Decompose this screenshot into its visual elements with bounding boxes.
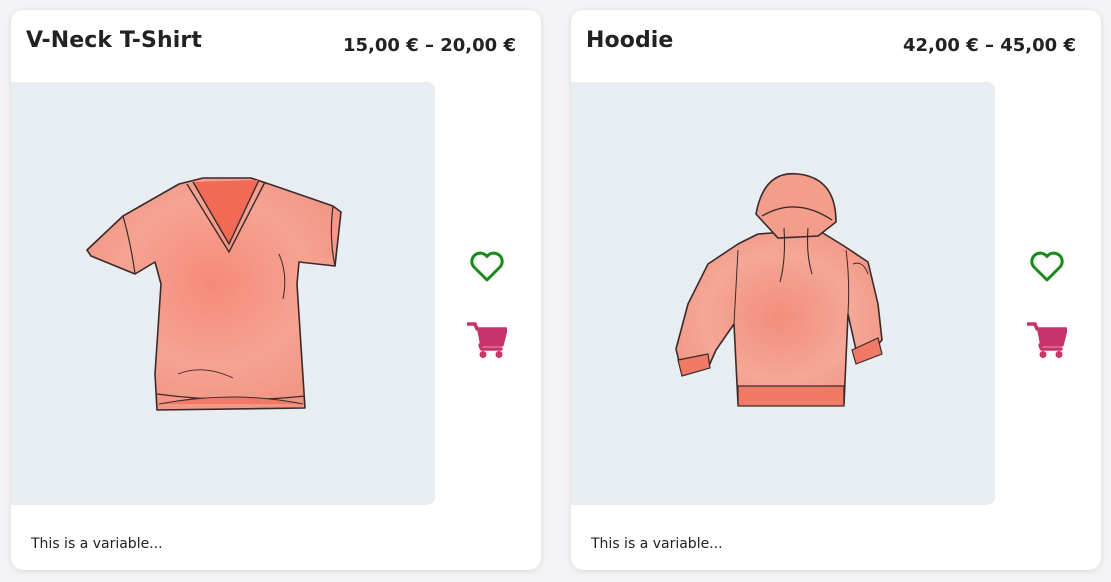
v-neck-tshirt-illustration	[86, 176, 342, 411]
product-card[interactable]: V-Neck T-Shirt 15,00 € – 20,00 € This is…	[11, 10, 541, 570]
add-to-cart-button[interactable]	[466, 320, 508, 360]
product-description: This is a variable...	[31, 536, 163, 552]
product-price: 42,00 € – 45,00 €	[903, 35, 1076, 56]
shopping-cart-icon	[1027, 322, 1067, 358]
add-to-cart-button[interactable]	[1026, 320, 1068, 360]
product-title[interactable]: Hoodie	[586, 28, 673, 53]
product-grid: V-Neck T-Shirt 15,00 € – 20,00 € This is…	[0, 0, 1111, 582]
product-card[interactable]: Hoodie 42,00 € – 45,00 € This is a varia…	[571, 10, 1101, 570]
product-title[interactable]: V-Neck T-Shirt	[26, 28, 202, 53]
heart-outline-icon	[1030, 251, 1064, 282]
shopping-cart-icon	[467, 322, 507, 358]
product-description: This is a variable...	[591, 536, 723, 552]
wishlist-button[interactable]	[1029, 250, 1065, 284]
product-price: 15,00 € – 20,00 €	[343, 35, 516, 56]
heart-outline-icon	[470, 251, 504, 282]
wishlist-button[interactable]	[469, 250, 505, 284]
product-image[interactable]	[11, 82, 435, 505]
hoodie-illustration	[675, 172, 883, 407]
product-image[interactable]	[571, 82, 995, 505]
